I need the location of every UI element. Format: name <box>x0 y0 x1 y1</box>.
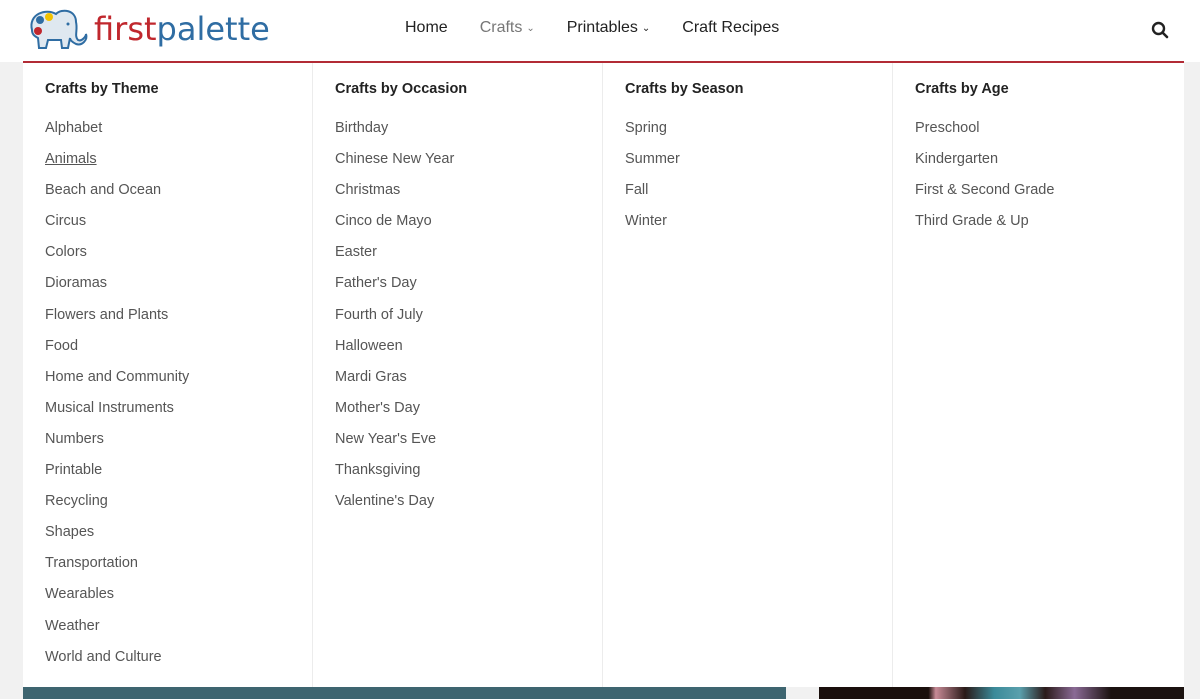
menu-link-wearables[interactable]: Wearables <box>45 574 312 605</box>
menu-link-numbers[interactable]: Numbers <box>45 419 312 450</box>
menu-link-printable[interactable]: Printable <box>45 450 312 481</box>
menu-link-summer[interactable]: Summer <box>625 139 892 170</box>
site-header: firstpalette Home Crafts ⌄ Printables ⌄ Cr… <box>0 0 1200 62</box>
nav-home-label: Home <box>405 19 448 36</box>
menu-link-alphabet[interactable]: Alphabet <box>45 108 312 139</box>
main-nav: Home Crafts ⌄ Printables ⌄ Craft Recipes <box>405 19 811 37</box>
nav-printables-label: Printables <box>566 19 638 36</box>
featured-image[interactable] <box>819 687 1184 699</box>
menu-link-home-and-community[interactable]: Home and Community <box>45 357 312 388</box>
featured-image[interactable] <box>23 687 786 699</box>
menu-link-fourth-of-july[interactable]: Fourth of July <box>335 295 602 326</box>
menu-column-heading: Crafts by Theme <box>45 81 159 97</box>
menu-link-recycling[interactable]: Recycling <box>45 481 312 512</box>
menu-link-first-second-grade[interactable]: First & Second Grade <box>915 170 1183 201</box>
search-icon <box>1151 21 1169 39</box>
menu-link-new-year-s-eve[interactable]: New Year's Eve <box>335 419 602 450</box>
nav-craft-recipes[interactable]: Craft Recipes <box>682 19 779 37</box>
menu-link-food[interactable]: Food <box>45 326 312 357</box>
crafts-mega-menu: Crafts by Theme Alphabet Animals Beach and … <box>23 63 1184 687</box>
elephant-logo-icon <box>30 9 88 49</box>
menu-link-halloween[interactable]: Halloween <box>335 326 602 357</box>
menu-column-crafts-by-occasion: Crafts by Occasion Birthday Chinese New Ye… <box>313 63 603 687</box>
menu-link-preschool[interactable]: Preschool <box>915 108 1183 139</box>
menu-link-mardi-gras[interactable]: Mardi Gras <box>335 357 602 388</box>
menu-link-dioramas[interactable]: Dioramas <box>45 263 312 294</box>
logo-text-palette: palette <box>156 10 270 48</box>
menu-link-transportation[interactable]: Transportation <box>45 543 312 574</box>
menu-link-spring[interactable]: Spring <box>625 108 892 139</box>
menu-link-winter[interactable]: Winter <box>625 201 892 232</box>
nav-printables[interactable]: Printables ⌄ <box>567 19 651 37</box>
menu-column-crafts-by-age: Crafts by Age Preschool Kindergarten First … <box>893 63 1183 687</box>
nav-crafts-label: Crafts <box>479 19 523 36</box>
menu-column-crafts-by-theme: Crafts by Theme Alphabet Animals Beach and … <box>23 63 313 687</box>
menu-column-heading: Crafts by Occasion <box>335 81 468 97</box>
menu-link-birthday[interactable]: Birthday <box>335 108 602 139</box>
menu-link-circus[interactable]: Circus <box>45 201 312 232</box>
menu-link-animals[interactable]: Animals <box>45 139 312 170</box>
menu-link-chinese-new-year[interactable]: Chinese New Year <box>335 139 602 170</box>
logo[interactable]: firstpalette <box>26 6 270 52</box>
chevron-down-icon: ⌄ <box>526 22 535 34</box>
menu-column-heading: Crafts by Age <box>915 81 1009 97</box>
menu-link-christmas[interactable]: Christmas <box>335 170 602 201</box>
menu-link-mother-s-day[interactable]: Mother's Day <box>335 388 602 419</box>
menu-link-cinco-de-mayo[interactable]: Cinco de Mayo <box>335 201 602 232</box>
menu-link-colors[interactable]: Colors <box>45 232 312 263</box>
menu-link-third-grade-up[interactable]: Third Grade & Up <box>915 201 1183 232</box>
menu-column-crafts-by-season: Crafts by Season Spring Summer Fall Winter <box>603 63 893 687</box>
nav-craft-recipes-label: Craft Recipes <box>682 19 780 36</box>
menu-link-flowers-and-plants[interactable]: Flowers and Plants <box>45 295 312 326</box>
nav-home[interactable]: Home <box>405 19 448 37</box>
chevron-down-icon: ⌄ <box>641 22 651 34</box>
menu-link-valentine-s-day[interactable]: Valentine's Day <box>335 481 602 512</box>
menu-link-kindergarten[interactable]: Kindergarten <box>915 139 1183 170</box>
menu-link-thanksgiving[interactable]: Thanksgiving <box>335 450 602 481</box>
menu-link-beach-and-ocean[interactable]: Beach and Ocean <box>45 170 312 201</box>
logo-text: firstpalette <box>94 9 270 49</box>
menu-link-shapes[interactable]: Shapes <box>45 512 312 543</box>
menu-link-fall[interactable]: Fall <box>625 170 892 201</box>
nav-crafts[interactable]: Crafts ⌄ <box>480 19 535 37</box>
menu-link-father-s-day[interactable]: Father's Day <box>335 263 602 294</box>
menu-link-weather[interactable]: Weather <box>45 606 312 637</box>
menu-column-heading: Crafts by Season <box>625 81 744 97</box>
menu-link-easter[interactable]: Easter <box>335 232 602 263</box>
menu-link-world-and-culture[interactable]: World and Culture <box>45 637 312 668</box>
logo-text-first: first <box>94 10 157 48</box>
menu-link-musical-instruments[interactable]: Musical Instruments <box>45 388 312 419</box>
search-button[interactable] <box>1151 21 1169 44</box>
